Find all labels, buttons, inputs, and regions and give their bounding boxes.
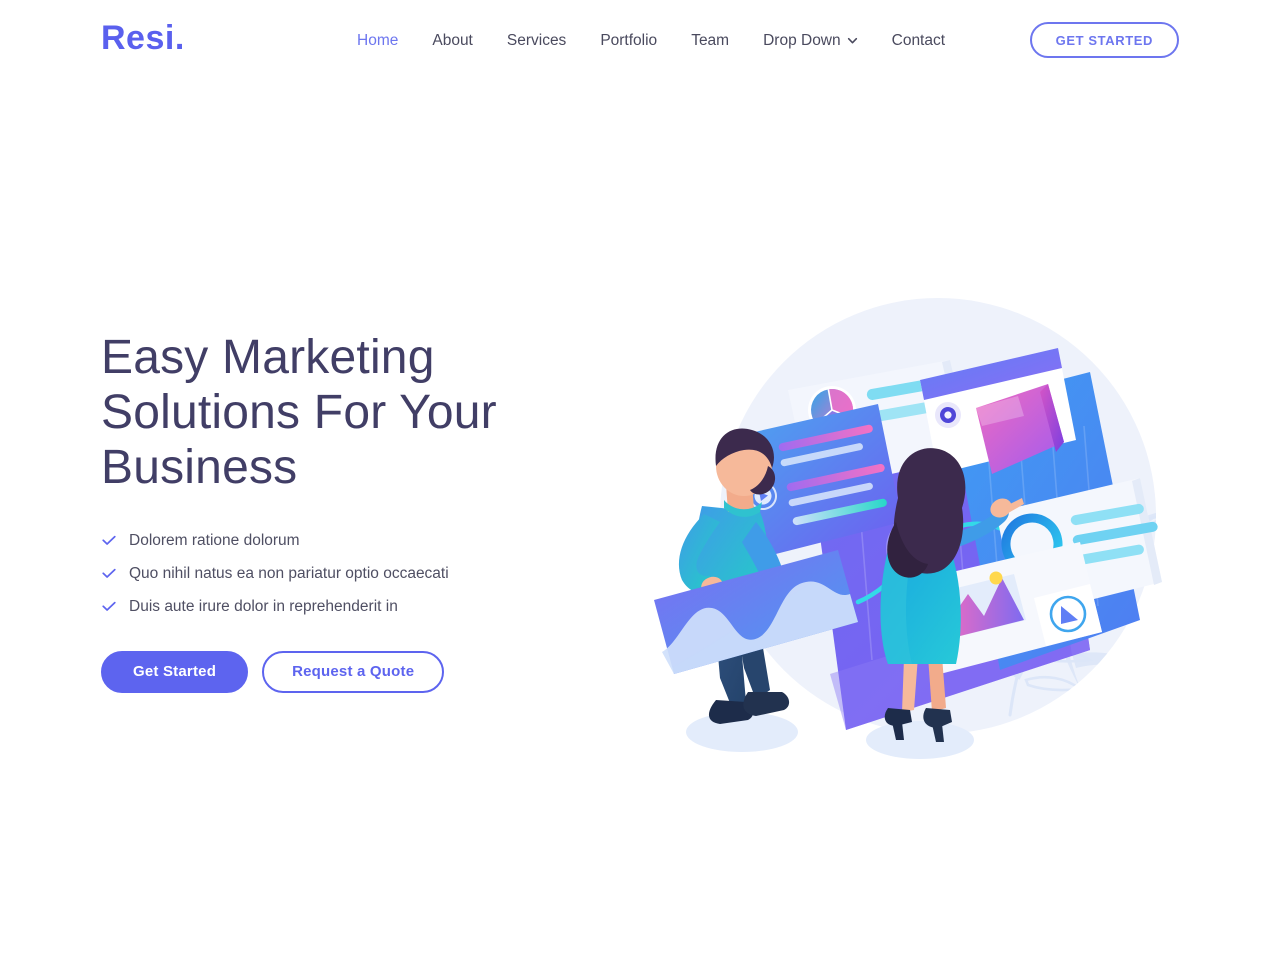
main-navigation: Home About Services Portfolio Team Drop … (340, 28, 962, 54)
get-started-button[interactable]: Get Started (101, 650, 249, 693)
nav-item-label: Team (691, 32, 730, 49)
nav-item-label: Portfolio (600, 32, 658, 49)
hero-illustration (620, 260, 1220, 780)
nav-item-portfolio[interactable]: Portfolio (583, 28, 674, 54)
nav-item-label: About (432, 32, 473, 49)
chevron-down-icon (847, 35, 858, 46)
header-get-started-button[interactable]: GET STARTED (1029, 22, 1179, 58)
hero-feature-list: Dolorem ratione dolorum Quo nihil natus … (101, 524, 621, 623)
nav-item-label: Home (357, 32, 399, 49)
check-icon (101, 565, 117, 581)
nav-item-label: Drop Down (763, 32, 841, 49)
site-header: Resi. Home About Services Portfolio Team… (0, 0, 1280, 80)
check-icon (101, 598, 117, 614)
nav-item-contact[interactable]: Contact (875, 28, 962, 54)
nav-item-home[interactable]: Home (340, 28, 415, 54)
hero-title: Easy Marketing Solutions For Your Busine… (101, 331, 497, 495)
hero-actions: Get Started Request a Quote (101, 650, 621, 693)
nav-item-label: Contact (891, 32, 946, 49)
nav-item-team[interactable]: Team (674, 28, 746, 54)
nav-item-drop-down[interactable]: Drop Down (746, 28, 875, 54)
brand-logo[interactable]: Resi. (101, 21, 185, 55)
feature-text: Dolorem ratione dolorum (129, 531, 300, 549)
list-item: Quo nihil natus ea non pariatur optio oc… (101, 557, 621, 590)
request-quote-button[interactable]: Request a Quote (262, 650, 445, 693)
landing-page: Resi. Home About Services Portfolio Team… (0, 0, 1280, 960)
feature-text: Duis aute irure dolor in reprehenderit i… (129, 597, 398, 615)
list-item: Dolorem ratione dolorum (101, 524, 621, 557)
check-icon (101, 532, 117, 548)
hero-copy: Easy Marketing Solutions For Your Busine… (101, 330, 621, 693)
nav-item-about[interactable]: About (415, 28, 490, 54)
nav-item-services[interactable]: Services (490, 28, 583, 54)
nav-item-label: Services (506, 32, 567, 49)
feature-text: Quo nihil natus ea non pariatur optio oc… (129, 564, 449, 582)
list-item: Duis aute irure dolor in reprehenderit i… (101, 590, 621, 623)
hero-section: Easy Marketing Solutions For Your Busine… (0, 80, 1280, 960)
